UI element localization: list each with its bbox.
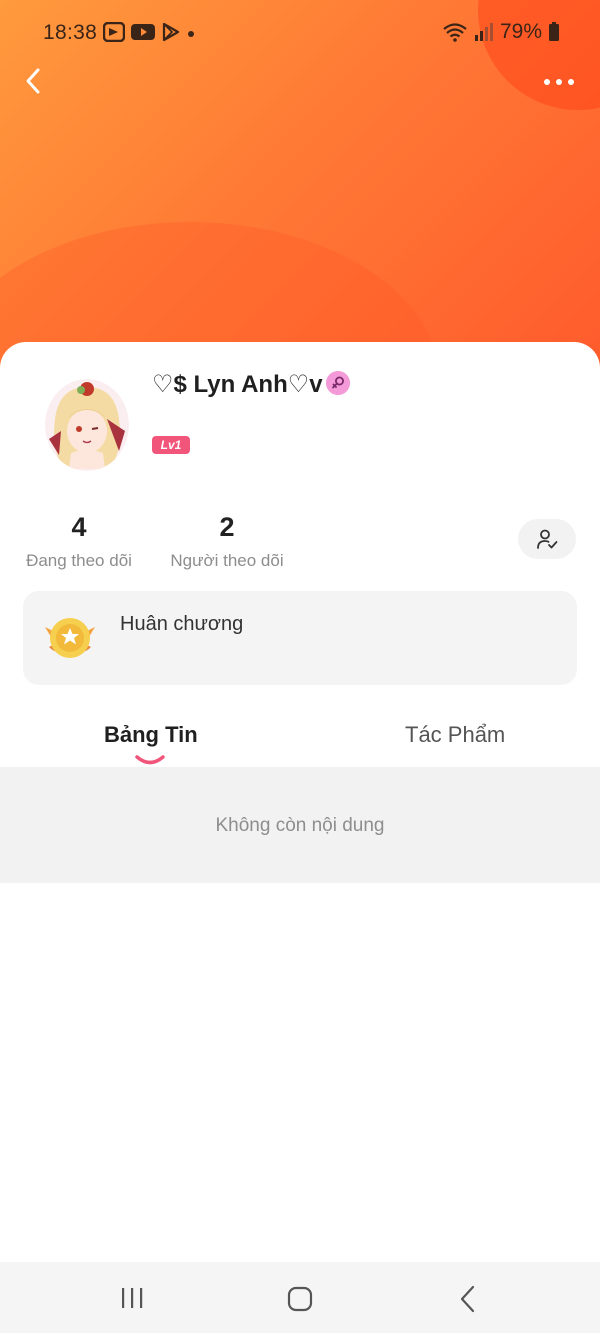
tab-works[interactable]: Tác Phẩm	[405, 722, 505, 748]
medal-section[interactable]: Huân chương	[23, 591, 577, 685]
status-time: 18:38	[43, 21, 98, 44]
more-options-button[interactable]	[541, 70, 577, 94]
wifi-icon	[443, 23, 467, 42]
status-bar: 18:38 79%	[0, 0, 600, 66]
tab-feed[interactable]: Bảng Tin	[104, 722, 198, 748]
status-right: 79%	[442, 20, 560, 44]
signal-icon	[474, 23, 493, 41]
notification-dot	[188, 31, 194, 37]
play-store-icon	[162, 22, 180, 42]
avatar[interactable]	[45, 379, 129, 471]
medal-label: Huân chương	[120, 613, 244, 635]
user-check-icon	[537, 529, 558, 549]
home-icon[interactable]	[286, 1285, 314, 1313]
youtube-icon	[131, 24, 155, 40]
medal-icon	[45, 618, 95, 658]
app-notification-icon	[103, 22, 125, 42]
followers-stat[interactable]: 2 Người theo dõi	[164, 512, 290, 571]
followers-label: Người theo dõi	[170, 551, 284, 570]
back-icon[interactable]	[457, 1284, 479, 1314]
back-button[interactable]	[18, 64, 52, 98]
following-count: 4	[71, 512, 87, 542]
notification-icons	[103, 22, 181, 42]
follow-status-button[interactable]	[518, 519, 576, 559]
battery-percentage: 79%	[499, 20, 542, 43]
recent-apps-icon[interactable]	[119, 1286, 145, 1310]
following-stat[interactable]: 4 Đang theo dõi	[20, 512, 138, 571]
level-badge: Lv1	[152, 436, 190, 454]
active-tab-indicator	[135, 755, 165, 765]
empty-feed-message: Không còn nội dung	[215, 815, 385, 836]
following-label: Đang theo dõi	[26, 551, 132, 570]
followers-count: 2	[219, 512, 235, 542]
profile-username: ♡$ Lyn Anh♡v	[152, 371, 323, 398]
female-icon	[326, 371, 350, 395]
battery-icon	[549, 22, 559, 41]
